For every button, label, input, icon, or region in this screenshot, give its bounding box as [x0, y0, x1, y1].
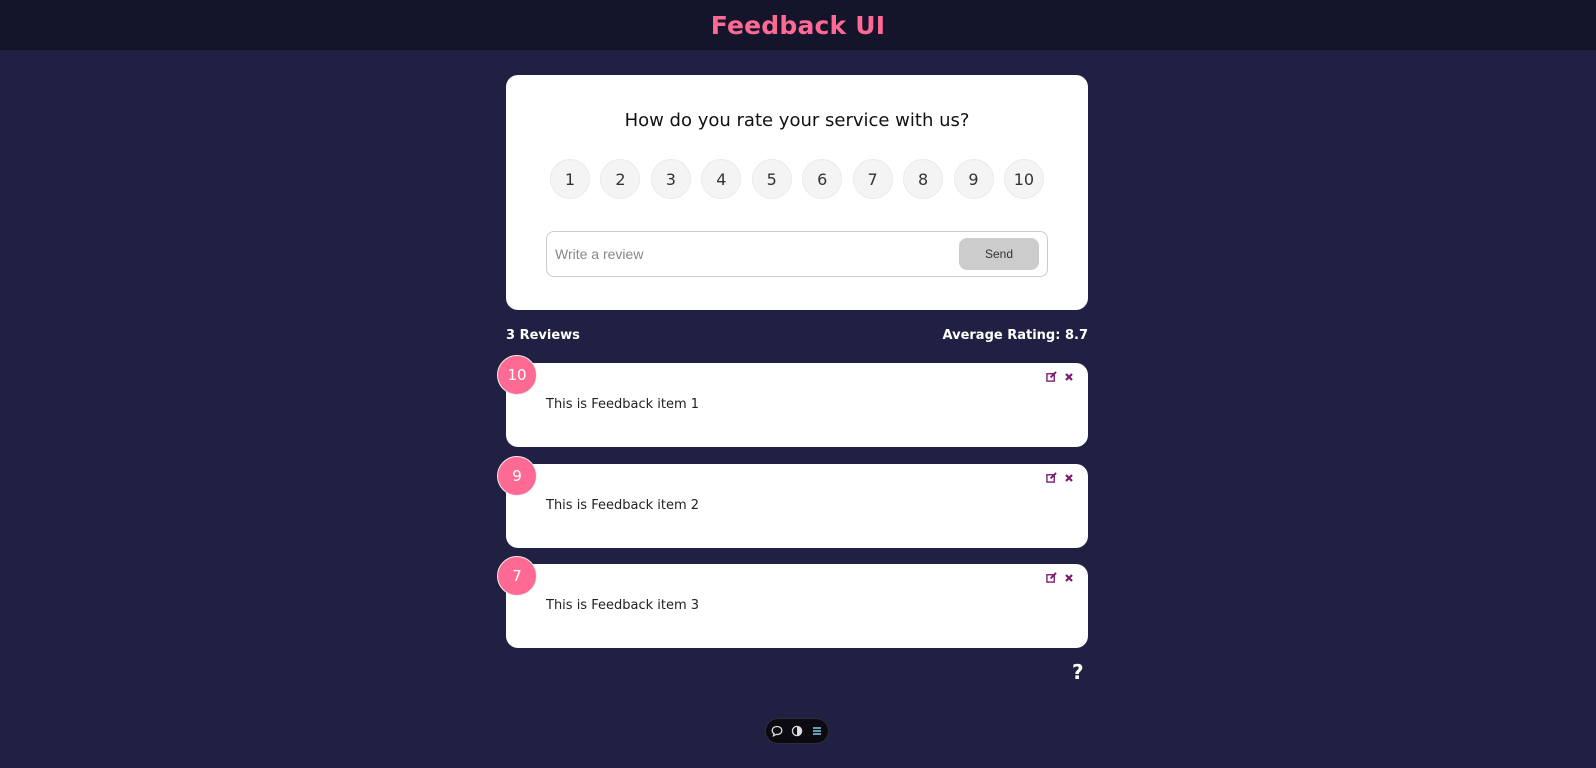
edit-icon[interactable]: [1046, 472, 1057, 483]
feedback-text: This is Feedback item 3: [546, 598, 700, 613]
help-icon[interactable]: ?: [1072, 660, 1084, 684]
rating-option-5[interactable]: 5: [751, 159, 792, 199]
review-count: 3 Reviews: [506, 328, 580, 343]
feedback-item: 10 This is Feedback item 1: [497, 355, 1088, 447]
rating-option-3[interactable]: 3: [650, 159, 691, 199]
rating-badge: 9: [497, 456, 537, 496]
rating-badge: 7: [497, 556, 537, 596]
edit-icon[interactable]: [1046, 572, 1057, 583]
rating-options: 1 2 3 4 5 6 7 8 9 10: [550, 159, 1044, 199]
feedback-text: This is Feedback item 1: [546, 397, 700, 412]
app-header: Feedback UI: [0, 0, 1596, 50]
rating-option-7[interactable]: 7: [852, 159, 893, 199]
item-actions: [1046, 371, 1074, 382]
rating-option-10[interactable]: 10: [1003, 159, 1044, 199]
review-input[interactable]: [555, 239, 959, 269]
send-button[interactable]: Send: [959, 238, 1039, 270]
rating-option-9[interactable]: 9: [953, 159, 994, 199]
edit-icon[interactable]: [1046, 371, 1057, 382]
item-actions: [1046, 572, 1074, 583]
rating-question: How do you rate your service with us?: [624, 110, 970, 131]
rating-option-4[interactable]: 4: [701, 159, 742, 199]
rating-option-6[interactable]: 6: [802, 159, 843, 199]
close-icon[interactable]: [1063, 371, 1074, 382]
comment-icon[interactable]: [771, 725, 783, 737]
rating-option-2[interactable]: 2: [600, 159, 641, 199]
feedback-item: 7 This is Feedback item 3: [497, 556, 1088, 648]
average-rating: Average Rating: 8.7: [942, 328, 1089, 343]
close-icon[interactable]: [1063, 472, 1074, 483]
close-icon[interactable]: [1063, 572, 1074, 583]
feedback-stats: 3 Reviews Average Rating: 8.7: [506, 328, 1088, 346]
menu-icon[interactable]: [811, 725, 823, 737]
item-actions: [1046, 472, 1074, 483]
review-input-group: Send: [546, 231, 1048, 277]
rating-option-1[interactable]: 1: [550, 159, 590, 199]
rating-option-8[interactable]: 8: [903, 159, 944, 199]
feedback-item: 9 This is Feedback item 2: [497, 456, 1088, 548]
floating-toolbar: [765, 718, 829, 744]
feedback-text: This is Feedback item 2: [546, 498, 700, 513]
toggle-icon[interactable]: [791, 725, 803, 737]
app-title: Feedback UI: [710, 10, 886, 40]
rating-badge: 10: [497, 355, 537, 395]
rating-form-card: How do you rate your service with us? 1 …: [506, 75, 1088, 310]
